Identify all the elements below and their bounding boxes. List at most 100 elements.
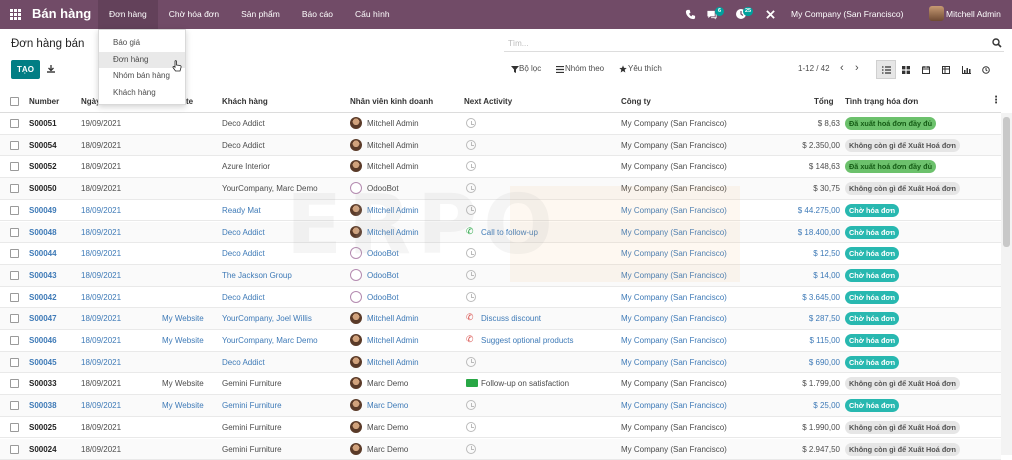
user-avatar[interactable] — [929, 6, 944, 21]
favorites-button[interactable]: Yêu thích — [628, 64, 662, 73]
menu-products[interactable]: Sản phẩm — [230, 0, 291, 29]
activity-clock-icon[interactable] — [466, 118, 476, 128]
row-checkbox[interactable] — [10, 379, 19, 388]
table-row[interactable]: S0005119/09/2021Deco AddictMitchell Admi… — [0, 113, 1001, 135]
table-row[interactable]: S0004418/09/2021Deco AddictOdooBotMy Com… — [0, 243, 1001, 265]
row-checkbox[interactable] — [10, 206, 19, 215]
activity-clock-icon[interactable] — [466, 161, 476, 171]
table-row[interactable]: S0004918/09/2021Ready MatMitchell AdminM… — [0, 200, 1001, 222]
invoice-status-badge: Không còn gì để Xuất Hoá đơn — [845, 443, 960, 456]
row-checkbox[interactable] — [10, 119, 19, 128]
column-invoice-status[interactable]: Tình trạng hóa đơn — [845, 97, 918, 106]
table-row[interactable]: S0003318/09/2021My WebsiteGemini Furnitu… — [0, 373, 1001, 395]
row-checkbox[interactable] — [10, 141, 19, 150]
activity-phone-icon[interactable]: ✆ — [466, 334, 474, 345]
scrollbar-thumb[interactable] — [1003, 117, 1010, 247]
dropdown-quotations[interactable]: Báo giá — [99, 35, 185, 52]
activity-clock-icon[interactable] — [466, 183, 476, 193]
activity-phone-icon[interactable]: ✆ — [466, 312, 474, 323]
kanban-view-icon[interactable] — [896, 60, 916, 79]
order-website: My Website — [162, 379, 204, 388]
row-checkbox[interactable] — [10, 228, 19, 237]
order-date: 18/09/2021 — [81, 445, 121, 454]
order-date: 18/09/2021 — [81, 423, 121, 432]
activity-clock-icon[interactable] — [466, 292, 476, 302]
download-icon[interactable] — [46, 64, 56, 74]
activity-clock-icon[interactable] — [466, 205, 476, 215]
list-view-icon[interactable] — [876, 60, 896, 79]
column-company[interactable]: Công ty — [621, 97, 651, 106]
app-name[interactable]: Bán hàng — [32, 6, 91, 21]
row-checkbox[interactable] — [10, 293, 19, 302]
table-row[interactable]: S0004618/09/2021My WebsiteYourCompany, M… — [0, 330, 1001, 352]
search-bar[interactable]: Tìm... — [504, 36, 1004, 52]
pager-previous-icon[interactable]: ‹ — [840, 62, 844, 74]
order-company: My Company (San Francisco) — [621, 271, 727, 280]
table-row[interactable]: S0003818/09/2021My WebsiteGemini Furnitu… — [0, 395, 1001, 417]
company-switcher[interactable]: My Company (San Francisco) — [791, 0, 903, 29]
optional-columns-icon[interactable]: ⋮ — [991, 95, 1001, 106]
search-input[interactable]: Tìm... — [508, 39, 528, 48]
activity-clock-icon[interactable] — [466, 422, 476, 432]
table-row[interactable]: S0004818/09/2021Deco AddictMitchell Admi… — [0, 222, 1001, 244]
activity-clock-icon[interactable] — [466, 140, 476, 150]
column-next-activity[interactable]: Next Activity — [464, 97, 512, 106]
search-icon[interactable] — [992, 38, 1002, 48]
column-number[interactable]: Number — [29, 97, 59, 106]
table-row[interactable]: S0002518/09/2021Gemini FurnitureMarc Dem… — [0, 417, 1001, 439]
table-row[interactable]: S0004318/09/2021The Jackson GroupOdooBot… — [0, 265, 1001, 287]
activity-clock-icon[interactable] — [466, 400, 476, 410]
graph-view-icon[interactable] — [956, 60, 976, 79]
pager-value[interactable]: 1-12 / 42 — [798, 64, 830, 73]
debug-tools-icon[interactable] — [766, 10, 775, 19]
table-row[interactable]: S0002418/09/2021Gemini FurnitureMarc Dem… — [0, 439, 1001, 460]
filter-button[interactable]: Bộ lọc — [519, 64, 541, 73]
row-checkbox[interactable] — [10, 336, 19, 345]
row-checkbox[interactable] — [10, 249, 19, 258]
phone-icon[interactable] — [685, 9, 696, 20]
next-activity: Suggest optional products — [481, 336, 574, 345]
column-customer[interactable]: Khách hàng — [222, 97, 268, 106]
activity-clock-icon[interactable] — [466, 270, 476, 280]
order-number: S00050 — [29, 184, 57, 193]
row-checkbox[interactable] — [10, 358, 19, 367]
menu-reporting[interactable]: Báo cáo — [291, 0, 344, 29]
menu-to-invoice[interactable]: Chờ hóa đơn — [158, 0, 230, 29]
table-row[interactable]: S0004518/09/2021Deco AddictMitchell Admi… — [0, 352, 1001, 374]
dropdown-customers[interactable]: Khách hàng — [99, 85, 185, 102]
activity-clock-icon[interactable] — [466, 357, 476, 367]
table-row[interactable]: S0005218/09/2021Azure InteriorMitchell A… — [0, 156, 1001, 178]
activity-clock-icon[interactable] — [466, 444, 476, 454]
create-button[interactable]: TẠO — [11, 60, 40, 79]
activity-view-icon[interactable] — [976, 60, 996, 79]
activity-money-icon[interactable] — [466, 379, 478, 387]
row-checkbox[interactable] — [10, 271, 19, 280]
calendar-view-icon[interactable] — [916, 60, 936, 79]
group-by-button[interactable]: Nhóm theo — [565, 64, 604, 73]
order-total: $ 1.990,00 — [802, 423, 840, 432]
column-salesperson[interactable]: Nhân viên kinh doanh — [350, 97, 433, 106]
activity-phone-icon[interactable]: ✆ — [466, 226, 474, 237]
pager-next-icon[interactable]: › — [855, 62, 859, 74]
scrollbar[interactable] — [1001, 113, 1012, 455]
table-row[interactable]: S0004218/09/2021Deco AddictOdooBotMy Com… — [0, 287, 1001, 309]
column-website[interactable]: te — [186, 97, 193, 106]
table-row[interactable]: S0004718/09/2021My WebsiteYourCompany, J… — [0, 308, 1001, 330]
order-customer: Deco Addict — [222, 228, 265, 237]
row-checkbox[interactable] — [10, 314, 19, 323]
activity-clock-icon[interactable] — [466, 248, 476, 258]
user-menu[interactable]: Mitchell Admin — [946, 0, 1001, 29]
pivot-view-icon[interactable] — [936, 60, 956, 79]
table-row[interactable]: S0005418/09/2021Deco AddictMitchell Admi… — [0, 135, 1001, 157]
row-checkbox[interactable] — [10, 184, 19, 193]
row-checkbox[interactable] — [10, 401, 19, 410]
row-checkbox[interactable] — [10, 445, 19, 454]
menu-configuration[interactable]: Cấu hình — [344, 0, 401, 29]
row-checkbox[interactable] — [10, 162, 19, 171]
select-all-checkbox[interactable] — [10, 97, 19, 106]
apps-menu-icon[interactable] — [10, 9, 21, 20]
menu-orders[interactable]: Đơn hàng — [98, 0, 158, 29]
row-checkbox[interactable] — [10, 423, 19, 432]
column-total[interactable]: Tổng — [814, 97, 834, 106]
table-row[interactable]: S0005018/09/2021YourCompany, Marc DemoOd… — [0, 178, 1001, 200]
